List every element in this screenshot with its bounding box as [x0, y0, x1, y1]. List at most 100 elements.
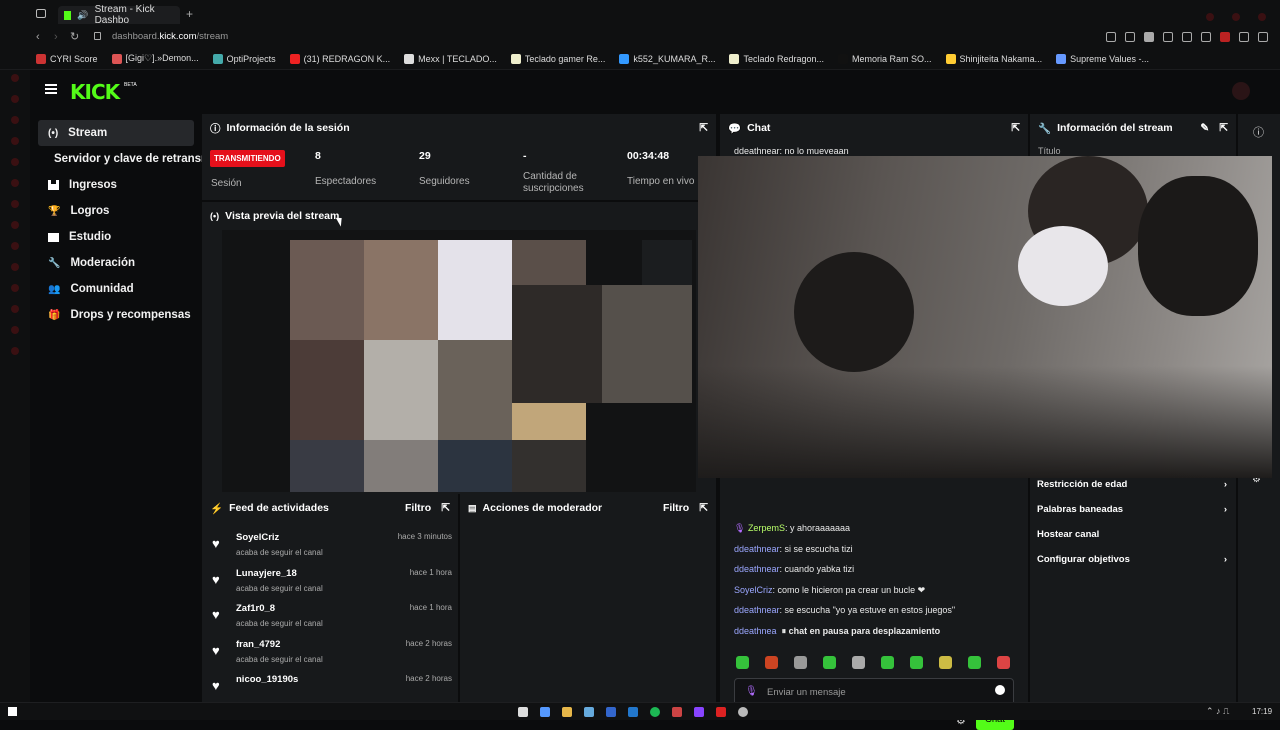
chat-username[interactable]: SoyelCriz [734, 585, 773, 595]
taskbar-app-icon[interactable] [672, 707, 682, 717]
goals-row[interactable]: Configurar objetivos › [1037, 547, 1235, 572]
popout-icon[interactable]: ⇱ [441, 502, 450, 514]
feed-item-name[interactable]: nicoo_19190s [236, 674, 298, 685]
puzzle-icon[interactable] [1201, 32, 1211, 42]
taskbar-app-icon[interactable] [540, 707, 550, 717]
tab-kick-dashboard[interactable]: 🔊 Stream - Kick Dashbo [58, 4, 180, 26]
extension-icon[interactable] [1220, 32, 1230, 42]
emoji-icon[interactable] [995, 685, 1005, 695]
audio-icon[interactable]: 🔊 [77, 10, 88, 21]
popout-icon[interactable]: ⇱ [699, 122, 708, 134]
taskbar-app-icon[interactable] [716, 707, 726, 717]
taskbar-app-icon[interactable] [606, 707, 616, 717]
bookmark-item[interactable]: CYRI Score [36, 53, 98, 64]
profile-icon[interactable] [1258, 32, 1268, 42]
tray-icons[interactable]: ⌃ ♪ ⎍ [1206, 706, 1229, 717]
sidebar-item-stream[interactable]: (•) Stream [38, 120, 194, 146]
side-panel-icon[interactable] [11, 200, 19, 208]
chat-username[interactable]: ddeathnear [734, 146, 780, 156]
user-avatar[interactable] [1232, 82, 1250, 100]
extension-icon[interactable] [1125, 32, 1135, 42]
side-panel-icon[interactable] [11, 221, 19, 229]
bookmark-item[interactable]: Mexx | TECLADO... [404, 53, 497, 64]
chat-username[interactable]: ddeathnear [734, 564, 780, 574]
side-panel-icon[interactable] [11, 263, 19, 271]
taskbar-app-icon[interactable] [738, 707, 748, 717]
play-icon[interactable] [1163, 32, 1173, 42]
window-maximize-icon[interactable] [1232, 10, 1240, 24]
chat-username[interactable]: ZerpemS [748, 523, 785, 533]
bookmark-item[interactable]: k552_KUMARA_R... [619, 53, 715, 64]
side-panel-icon[interactable] [11, 179, 19, 187]
stream-preview-video[interactable] [222, 230, 696, 492]
side-panel-icon[interactable] [11, 326, 19, 334]
feed-item-name[interactable]: Lunayjere_18 [236, 568, 297, 579]
shield-icon[interactable] [1144, 32, 1154, 42]
bookmark-item[interactable]: (31) REDRAGON K... [289, 53, 390, 64]
workspaces-icon[interactable] [36, 9, 46, 18]
side-panel-icon[interactable] [11, 137, 19, 145]
info-icon[interactable]: ⓘ [1253, 124, 1264, 140]
host-channel-row[interactable]: Hostear canal [1037, 522, 1235, 547]
emote-icon[interactable] [852, 656, 865, 669]
side-panel-icon[interactable] [11, 74, 19, 82]
side-panel-icon[interactable] [11, 158, 19, 166]
feed-item-name[interactable]: fran_4792 [236, 639, 280, 650]
feed-item-name[interactable]: Zaf1r0_8 [236, 603, 275, 614]
window-close-icon[interactable] [1258, 10, 1266, 24]
bookmark-item[interactable]: Teclado gamer Re... [510, 53, 605, 64]
chat-username[interactable]: ddeathnear [734, 544, 780, 554]
side-panel-icon[interactable] [11, 305, 19, 313]
download-icon[interactable] [1239, 32, 1249, 42]
taskbar-app-icon[interactable] [584, 707, 594, 717]
sidebar-item-estudio[interactable]: Estudio ⌄ [38, 224, 210, 250]
start-menu-icon[interactable] [8, 707, 17, 716]
emote-icon[interactable] [997, 656, 1010, 669]
sidebar-item-server-key[interactable]: Servidor y clave de retransmisión [38, 146, 218, 172]
side-panel-icon[interactable] [11, 116, 19, 124]
popout-icon[interactable]: ⇱ [699, 502, 708, 514]
kick-logo[interactable]: KICK [70, 80, 120, 104]
hamburger-menu-icon[interactable] [45, 84, 57, 94]
emote-icon[interactable] [968, 656, 981, 669]
sidebar-item-comunidad[interactable]: 👥 Comunidad ⌄ [38, 276, 210, 302]
webcam-overlay-video[interactable] [698, 156, 1272, 478]
chat-paused-notice[interactable]: ⏸ chat en pausa para desplazamiento [782, 626, 941, 636]
sidebar-item-moderacion[interactable]: 🔧 Moderación [38, 250, 194, 276]
emote-icon[interactable] [823, 656, 836, 669]
side-panel-icon[interactable] [11, 347, 19, 355]
folder-icon[interactable] [562, 707, 572, 717]
heart-icon[interactable] [1182, 32, 1192, 42]
feed-filter-button[interactable]: Filtro [405, 502, 431, 514]
bookmark-item[interactable]: Supreme Values -... [1056, 53, 1149, 64]
back-icon[interactable]: ‹ [36, 31, 40, 43]
taskbar-app-icon[interactable] [628, 707, 638, 717]
bookmark-item[interactable]: OptiProjects [212, 53, 276, 64]
reload-icon[interactable]: ↻ [70, 30, 79, 43]
bookmark-item[interactable]: Shinjiteita Nakama... [945, 53, 1042, 64]
emote-icon[interactable] [939, 656, 952, 669]
taskbar-app-icon[interactable] [694, 707, 704, 717]
side-panel-icon[interactable] [11, 95, 19, 103]
side-panel-icon[interactable] [11, 284, 19, 292]
emote-icon[interactable] [910, 656, 923, 669]
emote-icon[interactable] [736, 656, 749, 669]
banned-words-row[interactable]: Palabras baneadas › [1037, 497, 1235, 522]
mic-icon[interactable]: 🎙 [745, 686, 758, 697]
emote-icon[interactable] [794, 656, 807, 669]
emote-icon[interactable] [765, 656, 778, 669]
emote-icon[interactable] [881, 656, 894, 669]
extension-icon[interactable] [1106, 32, 1116, 42]
sidebar-item-drops[interactable]: 🎁 Drops y recompensas [38, 302, 194, 328]
chat-username[interactable]: ddeathnea [734, 626, 777, 636]
popout-icon[interactable]: ⇱ [1219, 122, 1228, 134]
feed-item-name[interactable]: SoyelCriz [236, 532, 279, 543]
mod-filter-button[interactable]: Filtro [663, 502, 689, 514]
bookmark-item[interactable]: Teclado Redragon... [729, 53, 824, 64]
spotify-icon[interactable] [650, 707, 660, 717]
new-tab-icon[interactable]: + [186, 7, 193, 21]
side-panel-icon[interactable] [11, 242, 19, 250]
sidebar-item-logros[interactable]: 🏆 Logros [38, 198, 194, 224]
forward-icon[interactable]: › [54, 31, 58, 43]
bookmark-item[interactable]: [Gigi♡].»Demon... [111, 53, 199, 64]
